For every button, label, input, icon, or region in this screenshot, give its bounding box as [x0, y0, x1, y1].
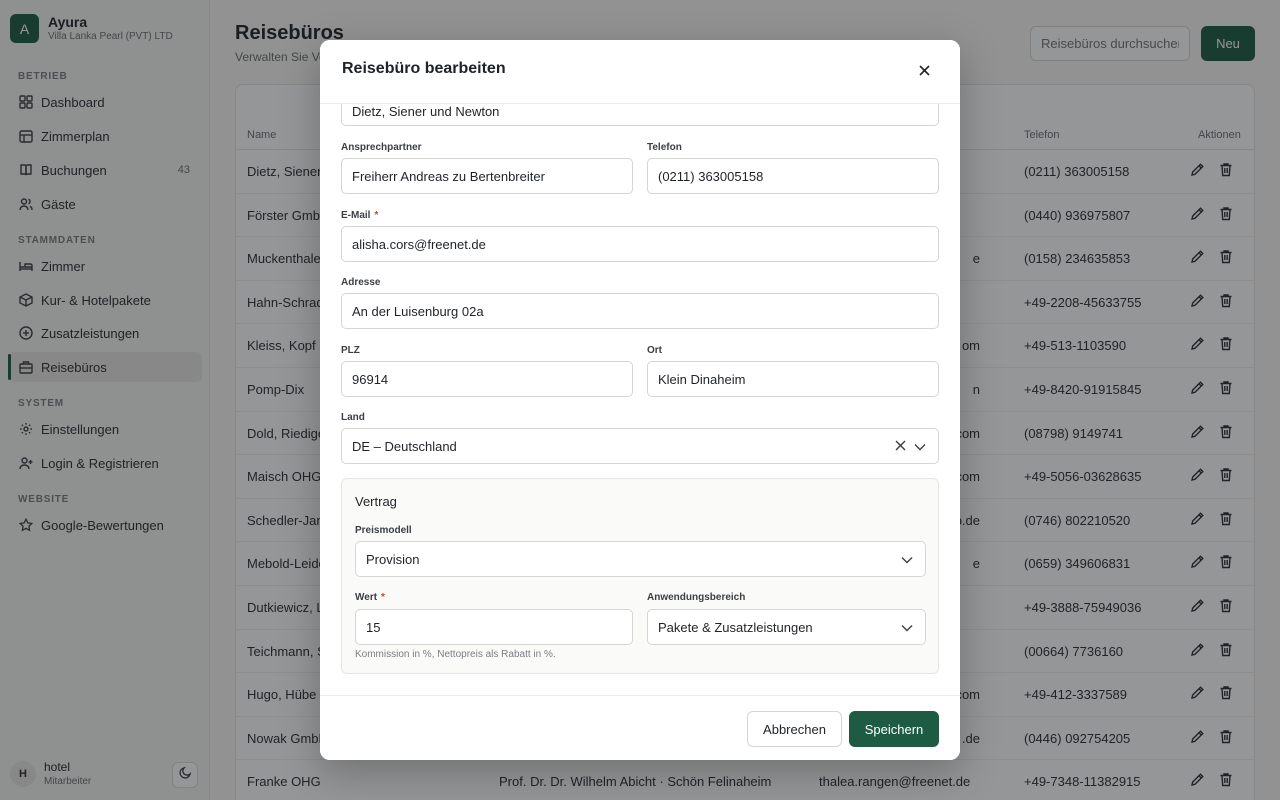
telefon-label: Telefon	[647, 142, 682, 153]
land-value: DE – Deutschland	[352, 438, 457, 454]
ort-label: Ort	[647, 345, 662, 356]
preismodell-label: Preismodell	[355, 525, 412, 536]
select-controls	[901, 552, 913, 567]
chevron-down-icon	[901, 620, 913, 635]
wert-hint: Kommission in %, Nettopreis als Rabatt i…	[355, 649, 556, 660]
land-label: Land	[341, 412, 365, 423]
close-icon	[918, 63, 930, 81]
telefon-field[interactable]: (0211) 363005158	[647, 158, 939, 194]
preismodell-select[interactable]: Provision	[355, 541, 926, 577]
adresse-field[interactable]: An der Luisenburg 02a	[341, 293, 939, 329]
anwendungsbereich-value: Pakete & Zusatzleistungen	[658, 619, 813, 635]
preismodell-value: Provision	[366, 551, 420, 567]
adresse-value: An der Luisenburg 02a	[352, 303, 484, 319]
ansprechpartner-label: Ansprechpartner	[341, 142, 422, 153]
chevron-down-icon	[901, 552, 913, 567]
modal-title: Reisebüro bearbeiten	[342, 60, 506, 77]
vertrag-title: Vertrag	[355, 494, 397, 509]
anwendungsbereich-label: Anwendungsbereich	[647, 592, 746, 603]
email-value: alisha.cors@freenet.de	[352, 236, 486, 252]
adresse-label: Adresse	[341, 277, 381, 288]
clear-icon[interactable]	[895, 439, 906, 454]
plz-label: PLZ	[341, 345, 360, 356]
ansprechpartner-field[interactable]: Freiherr Andreas zu Bertenbreiter	[341, 158, 633, 194]
edit-agency-dialog: Reisebüro bearbeiten Dietz, Siener und N…	[320, 40, 960, 760]
email-field[interactable]: alisha.cors@freenet.de	[341, 226, 939, 262]
name-field[interactable]: Dietz, Siener und Newton	[341, 104, 939, 126]
modal-body: Dietz, Siener und Newton Ansprechpartner…	[320, 104, 960, 695]
wert-label: Wert *	[355, 592, 385, 603]
select-controls	[901, 620, 913, 635]
vertrag-section: Vertrag Preismodell Provision Wert * 15 K…	[341, 478, 939, 674]
select-controls	[895, 439, 926, 454]
modal-header: Reisebüro bearbeiten	[320, 40, 960, 104]
plz-value: 96914	[352, 371, 389, 387]
land-select[interactable]: DE – Deutschland	[341, 428, 939, 464]
wert-label-text: Wert	[355, 592, 378, 603]
ort-field[interactable]: Klein Dinaheim	[647, 361, 939, 397]
required-mark: *	[374, 210, 379, 221]
modal-footer: Abbrechen Speichern	[320, 695, 960, 760]
plz-field[interactable]: 96914	[341, 361, 633, 397]
save-button[interactable]: Speichern	[849, 711, 939, 747]
telefon-value: (0211) 363005158	[658, 168, 764, 184]
wert-value: 15	[366, 619, 381, 635]
wert-field[interactable]: 15	[355, 609, 633, 645]
close-button[interactable]	[914, 62, 934, 82]
email-label-text: E-Mail	[341, 210, 371, 221]
required-mark: *	[381, 592, 385, 603]
ort-value: Klein Dinaheim	[658, 371, 746, 387]
chevron-down-icon	[914, 439, 926, 454]
ansprechpartner-value: Freiherr Andreas zu Bertenbreiter	[352, 168, 545, 184]
cancel-button[interactable]: Abbrechen	[747, 711, 842, 747]
name-value: Dietz, Siener und Newton	[352, 104, 500, 119]
email-label: E-Mail *	[341, 210, 378, 221]
anwendungsbereich-select[interactable]: Pakete & Zusatzleistungen	[647, 609, 926, 645]
